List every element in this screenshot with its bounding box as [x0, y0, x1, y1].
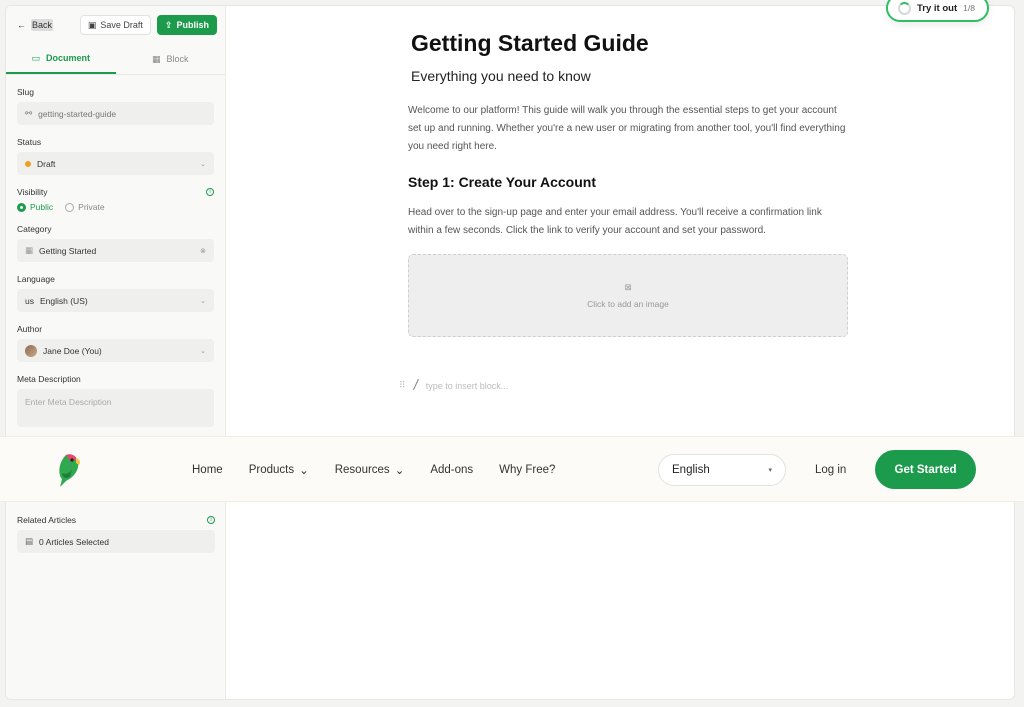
intro-paragraph[interactable]: Welcome to our platform! This guide will…	[408, 102, 848, 156]
status-dot-icon	[25, 160, 31, 167]
category-label: Category	[17, 224, 52, 234]
progress-ring-icon	[898, 1, 911, 15]
nav-item-resources[interactable]: Resources ⌄	[335, 463, 405, 477]
document-fields: Slug ⚯ getting-started-guide Status Draf…	[6, 87, 225, 427]
language-select[interactable]: English ▾	[658, 454, 786, 486]
nav-item-why-free[interactable]: Why Free?	[499, 463, 555, 477]
image-placeholder[interactable]: ⊠ Click to add an image	[408, 254, 848, 337]
slug-label: Slug	[17, 87, 35, 97]
insert-block-row[interactable]: ⠿ / type to insert block...	[399, 377, 508, 394]
visibility-public-radio[interactable]: Public	[17, 202, 53, 212]
radio-checked-icon	[17, 202, 26, 212]
sidebar-lower-fields: Related Articles i ▤ 0 Articles Selected	[6, 503, 226, 553]
try-it-out-button[interactable]: Try it out 1/8	[886, 0, 989, 22]
publish-button[interactable]: ⇪ Publish	[156, 15, 217, 35]
nav-item-products[interactable]: Products ⌄	[249, 463, 309, 477]
chevron-down-icon: ⌄	[200, 160, 206, 168]
image-icon: ⊠	[624, 282, 632, 292]
step1-paragraph[interactable]: Head over to the sign-up page and enter …	[408, 204, 848, 240]
chevron-down-icon: ⌄	[394, 465, 405, 477]
chevron-down-icon: ⌄	[200, 347, 206, 355]
document-icon: ▭	[31, 52, 40, 63]
tab-document[interactable]: ▭ Document	[6, 44, 116, 74]
sidebar-toolbar: ← Back ▣ Save Draft ⇪ Publish	[6, 6, 225, 44]
visibility-private-radio[interactable]: Private	[65, 202, 105, 212]
caret-down-icon: ▾	[768, 467, 772, 474]
link-icon: ⚯	[25, 108, 33, 118]
visibility-radios: Public Private	[17, 202, 214, 212]
category-select[interactable]: ▦ Getting Started ⊗	[17, 239, 214, 262]
sidebar-tabs: ▭ Document ▦ Block	[6, 44, 225, 75]
language-label: Language	[17, 274, 55, 284]
save-icon: ▣	[87, 19, 97, 30]
meta-description-label: Meta Description	[17, 374, 81, 384]
slash-icon: /	[413, 377, 418, 394]
visibility-label: Visibility i	[17, 187, 214, 197]
nav-item-home[interactable]: Home	[192, 463, 223, 477]
step1-heading[interactable]: Step 1: Create Your Account	[408, 174, 848, 190]
back-button[interactable]: ← Back	[17, 19, 74, 31]
app-frame: ← Back ▣ Save Draft ⇪ Publish ▭ Document…	[5, 5, 1015, 700]
nav-links: Home Products ⌄ Resources ⌄ Add-ons Why Fr…	[192, 463, 555, 477]
drag-handle-icon[interactable]: ⠿	[399, 380, 406, 391]
page-subtitle[interactable]: Everything you need to know	[411, 68, 848, 84]
save-draft-button[interactable]: ▣ Save Draft	[79, 15, 151, 35]
status-select[interactable]: Draft ⌄	[17, 152, 214, 175]
avatar	[25, 344, 37, 357]
language-select[interactable]: us English (US) ⌄	[17, 289, 214, 312]
get-started-button[interactable]: Get Started	[875, 450, 976, 489]
slug-input[interactable]: ⚯ getting-started-guide	[17, 102, 214, 125]
upload-icon: ⇪	[164, 19, 173, 30]
author-select[interactable]: Jane Doe (You) ⌄	[17, 339, 214, 362]
radio-unchecked-icon	[65, 202, 75, 212]
article-icon: ▤	[25, 536, 34, 546]
settings-sidebar: ← Back ▣ Save Draft ⇪ Publish ▭ Document…	[6, 6, 226, 699]
chevron-down-icon: ⌄	[299, 465, 309, 477]
status-label: Status	[17, 137, 42, 147]
info-icon[interactable]: i	[207, 516, 215, 524]
parrot-logo-icon[interactable]	[52, 451, 88, 489]
nav-item-addons[interactable]: Add-ons	[430, 463, 473, 477]
info-icon[interactable]: i	[206, 188, 214, 196]
arrow-left-icon: ←	[17, 20, 26, 30]
meta-description-input[interactable]: Enter Meta Description	[17, 389, 214, 427]
grid-icon: ▦	[25, 245, 34, 255]
login-link[interactable]: Log in	[815, 464, 846, 476]
related-articles-label: Related Articles i	[17, 515, 215, 525]
tab-block[interactable]: ▦ Block	[116, 44, 226, 74]
editor-content[interactable]: Getting Started Guide Everything you nee…	[408, 30, 848, 337]
author-label: Author	[17, 324, 43, 334]
clear-icon[interactable]: ⊗	[200, 247, 206, 255]
grid-icon: ▦	[151, 53, 161, 64]
page-title[interactable]: Getting Started Guide	[411, 30, 848, 57]
related-articles-select[interactable]: ▤ 0 Articles Selected	[17, 530, 215, 553]
site-navbar: Home Products ⌄ Resources ⌄ Add-ons Why Fr…	[0, 436, 1024, 502]
chevron-down-icon: ⌄	[200, 297, 206, 305]
